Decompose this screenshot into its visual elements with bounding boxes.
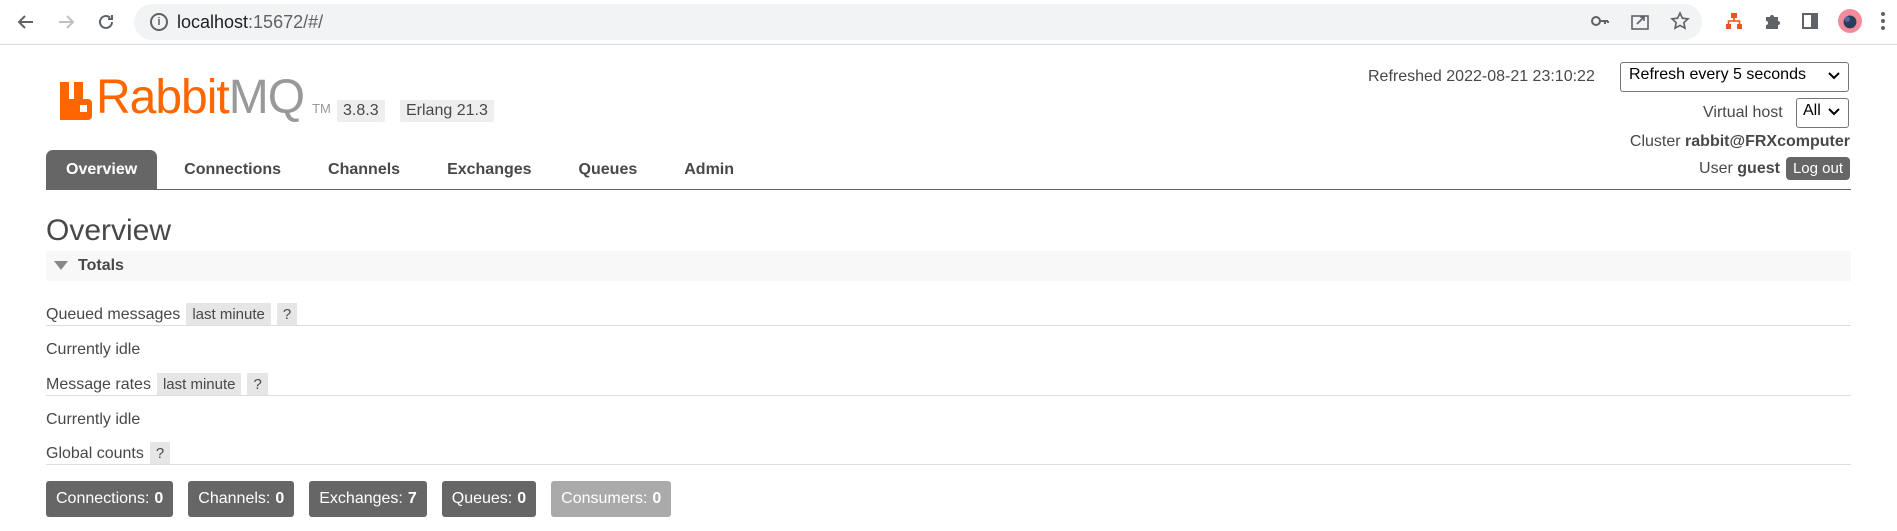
message-rates-header: Message rates last minute ? bbox=[46, 373, 268, 396]
exchanges-count-button[interactable]: Exchanges: 7 bbox=[309, 481, 427, 517]
consumers-count-badge: Consumers: 0 bbox=[551, 481, 672, 517]
cluster-name: rabbit@FRXcomputer bbox=[1685, 133, 1850, 150]
extension-tree-icon[interactable] bbox=[1722, 9, 1746, 33]
share-icon[interactable] bbox=[1630, 11, 1650, 37]
logo-word-mq: MQ bbox=[228, 71, 305, 124]
tab-admin[interactable]: Admin bbox=[664, 150, 754, 190]
tab-exchanges[interactable]: Exchanges bbox=[427, 150, 551, 190]
rabbitmq-version-badge: 3.8.3 bbox=[337, 100, 385, 122]
logo-word-rabbit: Rabbit bbox=[96, 71, 230, 124]
channels-count-button[interactable]: Channels: 0 bbox=[188, 481, 295, 517]
browser-toolbar: i localhost:15672/#/ bbox=[0, 0, 1897, 45]
count-label: Queues: bbox=[451, 490, 513, 507]
global-counts-header: Global counts ? bbox=[46, 442, 171, 465]
queued-messages-help-button[interactable]: ? bbox=[276, 303, 298, 326]
tab-connections[interactable]: Connections bbox=[164, 150, 301, 190]
message-rates-label: Message rates bbox=[46, 375, 151, 393]
count-label: Exchanges: bbox=[319, 490, 403, 507]
totals-section-toggle[interactable]: Totals bbox=[46, 251, 1851, 281]
key-icon[interactable] bbox=[1590, 11, 1610, 37]
queued-messages-label: Queued messages bbox=[46, 305, 181, 323]
count-value: 0 bbox=[275, 490, 285, 507]
page-title: Overview bbox=[46, 214, 172, 247]
tab-divider bbox=[46, 189, 1851, 190]
forward-icon[interactable] bbox=[52, 8, 80, 36]
profile-avatar-icon[interactable] bbox=[1838, 9, 1862, 33]
refresh-interval-select[interactable]: Refresh every 5 seconds bbox=[1620, 62, 1849, 92]
message-rates-help-button[interactable]: ? bbox=[247, 373, 268, 396]
back-icon[interactable] bbox=[12, 8, 40, 36]
global-counts-help-button[interactable]: ? bbox=[149, 442, 171, 465]
count-value: 0 bbox=[154, 490, 164, 507]
collapse-triangle-icon bbox=[54, 261, 68, 270]
address-bar[interactable]: i localhost:15672/#/ bbox=[134, 4, 1702, 40]
divider bbox=[46, 464, 1851, 465]
global-counts: Connections: 0 Channels: 0 Exchanges: 7 Que… bbox=[46, 481, 686, 517]
erlang-version-badge: Erlang 21.3 bbox=[400, 100, 494, 122]
count-label: Connections: bbox=[56, 490, 150, 507]
divider bbox=[46, 395, 1851, 396]
tab-queues[interactable]: Queues bbox=[559, 150, 658, 190]
tab-overview[interactable]: Overview bbox=[46, 150, 158, 190]
count-label: Channels: bbox=[198, 490, 271, 507]
virtual-host-label: Virtual host bbox=[1703, 104, 1783, 121]
message-rates-status: Currently idle bbox=[46, 411, 141, 428]
queues-count-button[interactable]: Queues: 0 bbox=[441, 481, 537, 517]
rabbitmq-logo[interactable]: Rabbit MQ TM bbox=[60, 71, 331, 124]
queued-messages-range-button[interactable]: last minute bbox=[186, 303, 271, 326]
count-value: 7 bbox=[407, 490, 417, 507]
chevron-down-icon bbox=[1828, 68, 1840, 84]
count-label: Consumers: bbox=[561, 490, 648, 507]
refresh-interval-value: Refresh every 5 seconds bbox=[1629, 66, 1806, 83]
side-panel-icon[interactable] bbox=[1798, 9, 1822, 33]
divider bbox=[46, 325, 1851, 326]
logo-tm: TM bbox=[312, 101, 331, 116]
extensions-puzzle-icon[interactable] bbox=[1760, 9, 1784, 33]
user-label: User bbox=[1699, 159, 1733, 177]
bookmark-star-icon[interactable] bbox=[1670, 11, 1690, 37]
logout-button[interactable]: Log out bbox=[1785, 157, 1850, 180]
refreshed-timestamp: Refreshed 2022-08-21 23:10:22 bbox=[1368, 68, 1595, 85]
tab-channels[interactable]: Channels bbox=[308, 150, 420, 190]
site-info-icon[interactable]: i bbox=[150, 13, 168, 31]
user-info: User guest Log out bbox=[1699, 157, 1850, 180]
chevron-down-icon bbox=[1828, 104, 1840, 120]
connections-count-button[interactable]: Connections: 0 bbox=[46, 481, 174, 517]
browser-menu-icon[interactable] bbox=[1876, 9, 1890, 33]
user-name: guest bbox=[1737, 159, 1780, 177]
cluster-label: Cluster bbox=[1629, 133, 1681, 150]
main-nav-tabs: Overview Connections Channels Exchanges … bbox=[46, 150, 761, 190]
rabbitmq-logo-mark-icon bbox=[60, 82, 94, 120]
count-value: 0 bbox=[652, 490, 662, 507]
global-counts-label: Global counts bbox=[46, 444, 144, 462]
count-value: 0 bbox=[517, 490, 527, 507]
cluster-info: Cluster rabbit@FRXcomputer bbox=[1630, 133, 1850, 151]
totals-section-label: Totals bbox=[78, 257, 124, 274]
virtual-host-select[interactable]: All bbox=[1796, 98, 1849, 128]
reload-icon[interactable] bbox=[92, 8, 120, 36]
queued-messages-header: Queued messages last minute ? bbox=[46, 303, 298, 326]
message-rates-range-button[interactable]: last minute bbox=[156, 373, 242, 396]
url-text: localhost:15672/#/ bbox=[177, 12, 324, 32]
queued-messages-status: Currently idle bbox=[46, 341, 141, 358]
virtual-host-value: All bbox=[1803, 102, 1821, 119]
